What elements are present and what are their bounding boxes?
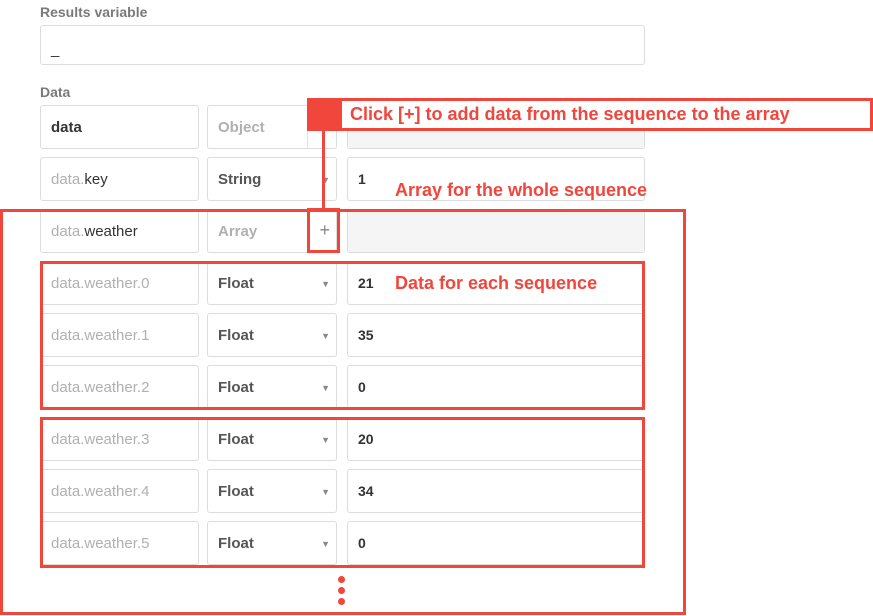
add-button-highlight	[307, 208, 340, 253]
row-type-label: Object	[218, 118, 265, 136]
row-name-prefix: data.	[51, 170, 85, 188]
row-name-key: key	[84, 170, 108, 188]
results-variable-label: Results variable	[40, 4, 148, 20]
data-section-label: Data	[40, 84, 71, 100]
row-type-select[interactable]: String ▼	[207, 157, 337, 201]
row-name-field[interactable]: data	[40, 105, 199, 149]
row-name-field[interactable]: data. key	[40, 157, 199, 201]
results-variable-input[interactable]: _	[40, 25, 645, 65]
callout-tab	[310, 101, 342, 128]
array-annotation-label: Array for the whole sequence	[395, 180, 648, 200]
callout-connector	[322, 128, 325, 210]
callout-text: Click [+] to add data from the sequence …	[350, 104, 790, 124]
sequence-annotation-label: Data for each sequence	[395, 273, 598, 293]
row-value-text: 1	[358, 171, 366, 187]
row-name-text: data	[51, 118, 82, 136]
row-type-label: String	[218, 170, 262, 188]
callout-box: Click [+] to add data from the sequence …	[307, 98, 873, 131]
more-items-ellipsis-icon	[338, 576, 345, 609]
sequence-2-annotation-box	[40, 417, 645, 568]
results-variable-value: _	[51, 41, 60, 58]
